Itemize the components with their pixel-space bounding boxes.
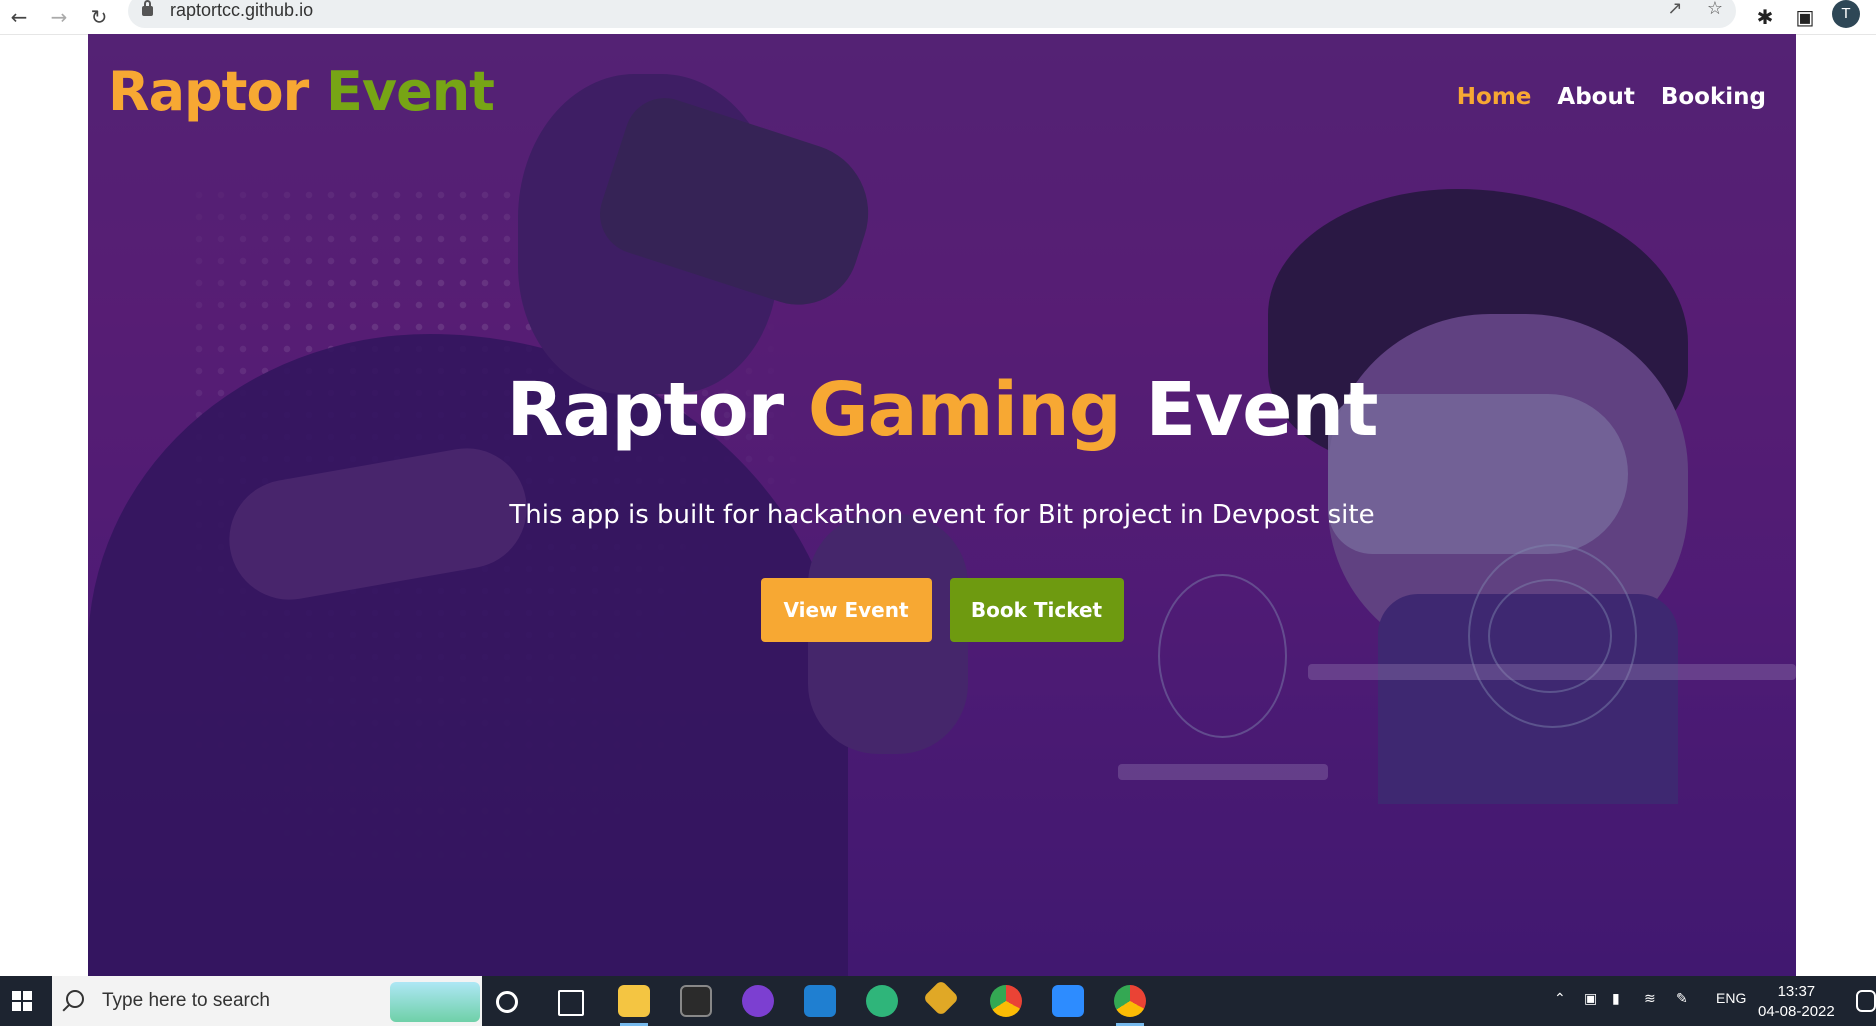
- clock-date: 04-08-2022: [1758, 1003, 1835, 1020]
- notion-icon[interactable]: [680, 985, 712, 1017]
- nav-home-link[interactable]: Home: [1457, 84, 1532, 110]
- site-logo[interactable]: Raptor Event: [108, 60, 495, 123]
- forward-icon[interactable]: →: [46, 4, 72, 30]
- profile-avatar[interactable]: T: [1832, 0, 1860, 28]
- notifications-icon[interactable]: [1856, 990, 1876, 1012]
- side-panel-icon[interactable]: ▣: [1792, 4, 1818, 30]
- hero-title-word-1: Raptor: [506, 367, 785, 453]
- extensions-icon[interactable]: ✱: [1752, 4, 1778, 30]
- reload-icon[interactable]: ↻: [86, 4, 112, 30]
- git-icon[interactable]: [922, 979, 960, 1017]
- hero-title-word-3: Event: [1145, 367, 1378, 453]
- logo-word-event: Event: [326, 60, 495, 123]
- lock-icon: [142, 0, 153, 16]
- pen-icon[interactable]: ✎: [1676, 990, 1688, 1007]
- address-bar[interactable]: raptortcc.github.io ↗ ☆: [128, 0, 1736, 28]
- cortana-icon[interactable]: [496, 991, 518, 1013]
- share-icon[interactable]: ↗: [1664, 0, 1686, 20]
- browser-toolbar: ← → ↻ raptortcc.github.io ↗ ☆ ✱ ▣ T: [0, 0, 1876, 35]
- clock-time: 13:37: [1777, 983, 1816, 1000]
- virtualbox-icon[interactable]: [804, 985, 836, 1017]
- zoom-icon[interactable]: [1052, 985, 1084, 1017]
- hero-title: Raptor Gaming Event: [88, 367, 1796, 453]
- book-ticket-button[interactable]: Book Ticket: [949, 578, 1124, 642]
- hero-section: Raptor Event Home About Booking Raptor G…: [88, 34, 1796, 976]
- taskbar-clock[interactable]: 13:37 04-08-2022: [1758, 982, 1835, 1022]
- windows-start-icon[interactable]: [12, 991, 32, 1011]
- main-nav: Home About Booking: [1457, 84, 1766, 110]
- task-view-icon[interactable]: [558, 990, 584, 1016]
- atom-icon[interactable]: [866, 985, 898, 1017]
- language-indicator[interactable]: ENG: [1716, 990, 1746, 1006]
- file-explorer-icon[interactable]: [618, 985, 650, 1026]
- logo-word-raptor: Raptor: [108, 60, 309, 123]
- chrome-active-icon[interactable]: [1114, 985, 1146, 1026]
- hero-subtitle: This app is built for hackathon event fo…: [509, 500, 1375, 530]
- star-icon[interactable]: ☆: [1704, 0, 1726, 20]
- hero-buttons: View Event Book Ticket: [88, 578, 1796, 642]
- battery-icon[interactable]: ▮: [1612, 990, 1620, 1007]
- search-placeholder: Type here to search: [102, 990, 270, 1011]
- view-event-button[interactable]: View Event: [760, 578, 932, 642]
- url-text[interactable]: raptortcc.github.io: [170, 0, 313, 21]
- tray-chevron-icon[interactable]: ⌃: [1554, 990, 1566, 1007]
- os-taskbar: Type here to search ⌃ ▣ ▮ ≋ ✎ ENG 13:37 …: [0, 976, 1876, 1026]
- nav-about-link[interactable]: About: [1557, 84, 1634, 110]
- github-desktop-icon[interactable]: [742, 985, 774, 1017]
- search-highlight-image: [390, 982, 480, 1022]
- hero-title-highlight: Gaming: [807, 367, 1122, 453]
- wifi-icon[interactable]: ≋: [1644, 990, 1656, 1007]
- search-icon: [66, 990, 84, 1008]
- nav-booking-link[interactable]: Booking: [1661, 84, 1766, 110]
- meet-now-icon[interactable]: ▣: [1584, 990, 1597, 1007]
- back-icon[interactable]: ←: [6, 4, 32, 30]
- taskbar-search-box[interactable]: Type here to search: [52, 976, 482, 1026]
- chrome-icon[interactable]: [990, 985, 1022, 1017]
